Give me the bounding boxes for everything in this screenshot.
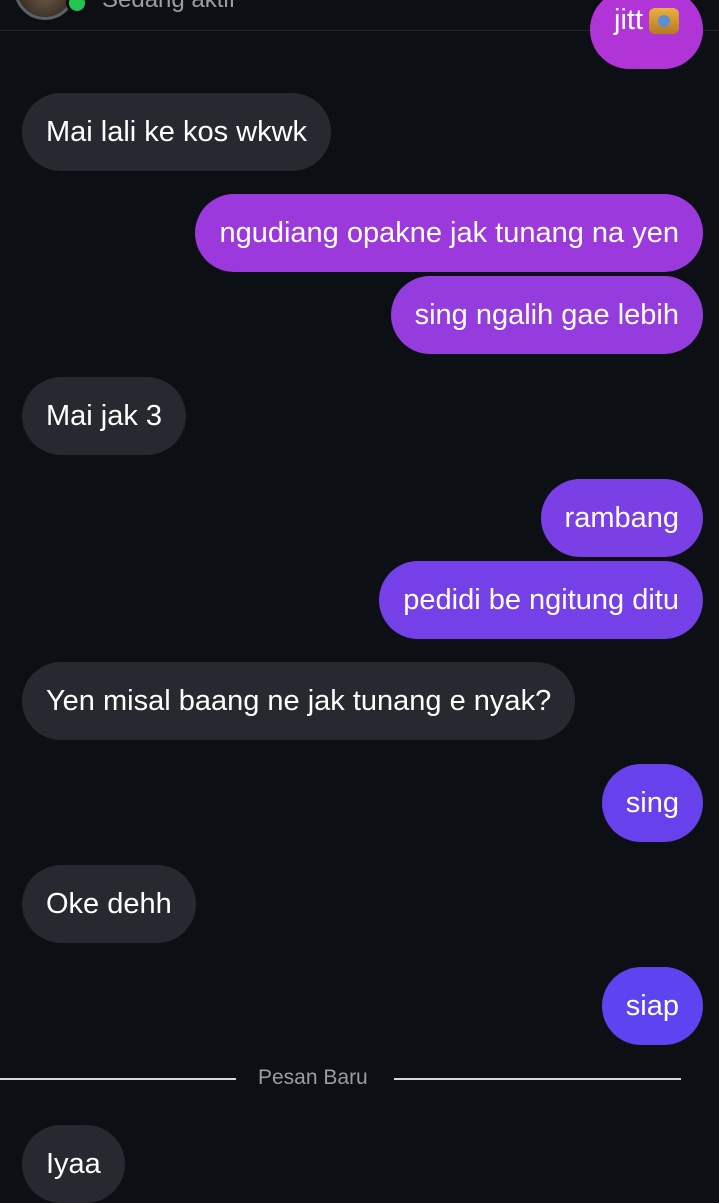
outgoing-message[interactable]: siap xyxy=(601,967,703,1045)
message-text: ngudiang opakne jak tunang na yen xyxy=(219,217,679,249)
message-text: Iyaa xyxy=(46,1148,101,1180)
message-text: pedidi be ngitung ditu xyxy=(403,584,679,616)
outgoing-message[interactable]: sing ngalih gae lebih xyxy=(390,276,703,354)
active-status-text: Sedang aktif xyxy=(102,0,235,14)
message-text: rambang xyxy=(564,502,679,534)
message-text: Mai lali ke kos wkwk xyxy=(46,116,308,148)
message-text: Yen misal baang ne jak tunang e nyak? xyxy=(46,685,552,717)
message-text: sing ngalih gae lebih xyxy=(414,299,679,331)
message-text: Mai jak 3 xyxy=(46,400,163,432)
message-text: sing xyxy=(625,787,679,819)
incoming-message[interactable]: Yen misal baang ne jak tunang e nyak? xyxy=(22,662,576,740)
message-text: Oke dehh xyxy=(46,888,172,920)
emoji-icon xyxy=(649,8,679,35)
message-text: jitt xyxy=(614,4,643,36)
incoming-message[interactable]: Mai jak 3 xyxy=(22,377,187,455)
divider-line-right xyxy=(394,1078,681,1080)
outgoing-message[interactable]: rambang xyxy=(540,479,703,557)
message-text: siap xyxy=(625,990,679,1022)
incoming-message[interactable]: Oke dehh xyxy=(22,865,196,943)
outgoing-message[interactable]: jitt xyxy=(590,0,703,69)
divider-line-left xyxy=(0,1078,236,1080)
outgoing-message[interactable]: ngudiang opakne jak tunang na yen xyxy=(195,194,703,272)
outgoing-message[interactable]: sing xyxy=(601,764,703,842)
new-messages-divider: Pesan Baru xyxy=(258,1066,368,1089)
incoming-message[interactable]: Iyaa xyxy=(22,1125,125,1203)
incoming-message[interactable]: Mai lali ke kos wkwk xyxy=(22,93,332,171)
online-status-icon xyxy=(66,0,88,14)
outgoing-message[interactable]: pedidi be ngitung ditu xyxy=(379,561,703,639)
